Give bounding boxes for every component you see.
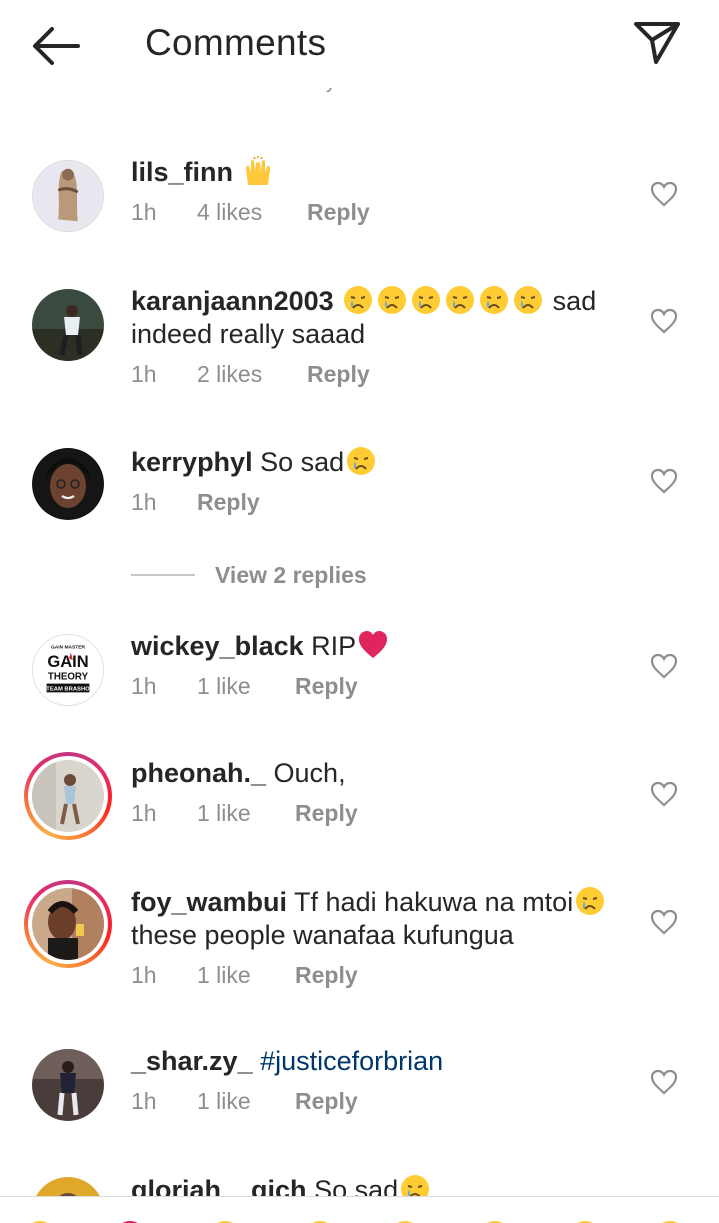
- like-count[interactable]: 1 like: [197, 1088, 295, 1115]
- avatar[interactable]: [32, 1049, 104, 1121]
- username[interactable]: foy_wambui: [131, 887, 287, 917]
- like-button[interactable]: [650, 781, 678, 807]
- svg-text:THEORY: THEORY: [48, 672, 89, 683]
- avatar-with-story-ring[interactable]: [24, 752, 112, 840]
- avatar-with-story-ring[interactable]: [24, 880, 112, 968]
- username[interactable]: kerryphyl: [131, 447, 253, 477]
- heart-icon: [650, 181, 678, 207]
- divider-line: [131, 574, 195, 576]
- reply-button[interactable]: Reply: [295, 1088, 358, 1115]
- crying-face-icon: [512, 284, 544, 316]
- comment-text: Tf hadi hakuwa na mtoi: [294, 887, 574, 917]
- view-replies-label[interactable]: View 2 replies: [215, 562, 367, 589]
- username[interactable]: karanjaann2003: [131, 286, 334, 316]
- comment-text: RIP: [311, 631, 357, 661]
- header: Comments: [0, 0, 719, 88]
- svg-text:GAIN MASTER: GAIN MASTER: [51, 645, 86, 651]
- avatar[interactable]: [32, 448, 104, 520]
- quick-reaction-bar: [0, 1196, 719, 1223]
- comment-body: kerryphyl So sad 1h Reply: [131, 445, 631, 516]
- comment-body: karanjaann2003 sad indeed really saaad 1…: [131, 284, 631, 388]
- comment-body: pheonah._ Ouch, 1h 1 like Reply: [131, 757, 631, 827]
- like-button[interactable]: [650, 308, 678, 334]
- comment-text: sad: [552, 286, 597, 316]
- timestamp: 1h: [131, 962, 157, 988]
- heart-icon: [650, 308, 678, 334]
- comment-body: wickey_black RIP 1h 1 like Reply: [131, 629, 631, 700]
- crying-face-icon: [376, 284, 408, 316]
- heart-icon: [650, 781, 678, 807]
- hashtag-link[interactable]: #justiceforbrian: [260, 1046, 443, 1076]
- like-button[interactable]: [650, 468, 678, 494]
- like-button[interactable]: [650, 1069, 678, 1095]
- reply-button[interactable]: Reply: [295, 962, 358, 989]
- like-count[interactable]: 1 like: [197, 800, 295, 827]
- red-heart-icon: [357, 629, 389, 661]
- raising-hands-icon: [242, 155, 274, 187]
- heart-icon: [650, 1069, 678, 1095]
- page-title: Comments: [145, 22, 327, 63]
- comment-text: So sad: [260, 447, 345, 477]
- username[interactable]: _shar.zy_: [131, 1046, 253, 1076]
- reply-button[interactable]: Reply: [307, 199, 370, 226]
- username[interactable]: wickey_black: [131, 631, 304, 661]
- avatar[interactable]: [32, 289, 104, 361]
- like-button[interactable]: [650, 909, 678, 935]
- back-button[interactable]: [28, 22, 84, 68]
- arrow-left-icon: [33, 27, 80, 65]
- reply-button[interactable]: Reply: [295, 673, 358, 700]
- reply-button[interactable]: Reply: [307, 361, 370, 388]
- gain-theory-logo: GAIN MASTER GAIN THEORY TEAM BRASHO: [33, 635, 103, 705]
- avatar[interactable]: GAIN MASTER GAIN THEORY TEAM BRASHO: [32, 634, 104, 706]
- share-button[interactable]: [630, 18, 684, 66]
- like-button[interactable]: [650, 653, 678, 679]
- paper-plane-icon: [634, 22, 680, 64]
- timestamp: 1h: [131, 673, 157, 699]
- view-replies[interactable]: View 2 replies: [131, 560, 367, 590]
- heart-icon: [650, 909, 678, 935]
- heart-icon: [650, 653, 678, 679]
- username[interactable]: pheonah._: [131, 758, 266, 788]
- crying-face-icon: [345, 445, 377, 477]
- username[interactable]: lils_finn: [131, 157, 233, 187]
- like-count[interactable]: 4 likes: [197, 199, 307, 226]
- comment-text-line2: indeed really saaad: [131, 319, 366, 349]
- svg-text:GAIN: GAIN: [47, 652, 88, 671]
- timestamp: 1h: [131, 489, 157, 515]
- comment-body: _shar.zy_ #justiceforbrian 1h 1 like Rep…: [131, 1045, 631, 1115]
- heart-icon: [650, 468, 678, 494]
- crying-face-icon: [342, 284, 374, 316]
- comment-text-line2: these people wanafaa kufungua: [131, 920, 514, 950]
- avatar[interactable]: [32, 160, 104, 232]
- comment-body: foy_wambui Tf hadi hakuwa na mtoi these …: [131, 885, 631, 989]
- like-count[interactable]: 2 likes: [197, 361, 307, 388]
- timestamp: 1h: [131, 800, 157, 826]
- crying-face-icon: [444, 284, 476, 316]
- comment-text: Ouch,: [273, 758, 346, 788]
- quick-emoji-row[interactable]: [0, 1217, 719, 1223]
- comments-screen: Comments y lils_finn 1h 4 likes Rep: [0, 0, 719, 1223]
- crying-face-icon: [410, 284, 442, 316]
- comment-body: lils_finn 1h 4 likes Reply: [131, 155, 631, 226]
- crying-face-icon: [478, 284, 510, 316]
- timestamp: 1h: [131, 1088, 157, 1114]
- svg-text:TEAM BRASHO: TEAM BRASHO: [46, 686, 90, 692]
- timestamp: 1h: [131, 361, 157, 387]
- reply-button[interactable]: Reply: [197, 489, 260, 516]
- like-count[interactable]: 1 like: [197, 673, 295, 700]
- like-button[interactable]: [650, 181, 678, 207]
- reply-button[interactable]: Reply: [295, 800, 358, 827]
- crying-face-icon: [574, 885, 606, 917]
- timestamp: 1h: [131, 199, 157, 225]
- like-count[interactable]: 1 like: [197, 962, 295, 989]
